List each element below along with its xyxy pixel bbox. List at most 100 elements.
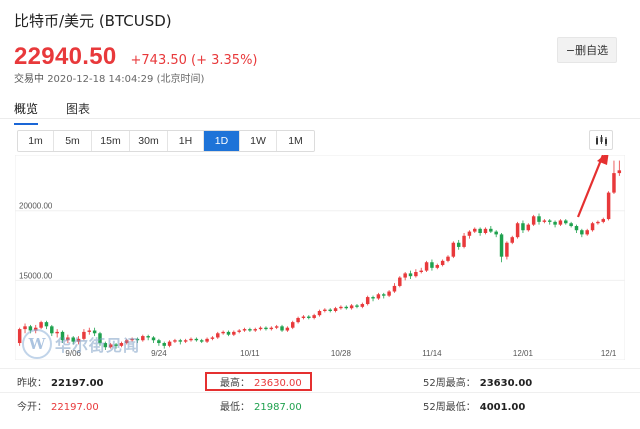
candle-body[interactable] (590, 223, 595, 231)
candle-body[interactable] (269, 327, 274, 330)
tab-chart[interactable]: 图表 (66, 100, 90, 125)
candle-body[interactable] (312, 315, 316, 318)
candle-body[interactable] (44, 322, 49, 327)
candle-body[interactable] (264, 327, 268, 330)
candle-body[interactable] (564, 220, 568, 224)
candle-body[interactable] (141, 336, 145, 341)
candle-body[interactable] (505, 242, 509, 257)
period-30m[interactable]: 30m (130, 131, 168, 151)
candle-body[interactable] (248, 329, 252, 331)
candle-body[interactable] (510, 237, 514, 243)
candle-body[interactable] (162, 343, 166, 346)
candle-body[interactable] (392, 285, 397, 292)
candle-body[interactable] (387, 291, 391, 296)
candle-body[interactable] (521, 223, 525, 231)
candle-body[interactable] (290, 322, 295, 328)
candle-body[interactable] (194, 338, 199, 341)
candle-body[interactable] (258, 327, 263, 330)
candle-body[interactable] (558, 220, 563, 225)
candle-body[interactable] (189, 338, 193, 341)
candle-body[interactable] (173, 340, 177, 342)
candle-body[interactable] (301, 316, 306, 318)
candle-body[interactable] (606, 192, 611, 220)
tab-overview[interactable]: 概览 (14, 100, 39, 125)
candle-body[interactable] (333, 308, 338, 311)
candle-body[interactable] (365, 297, 370, 305)
candle-body[interactable] (435, 265, 440, 268)
candle-body[interactable] (323, 309, 327, 311)
candle-body[interactable] (473, 228, 477, 232)
candle-body[interactable] (274, 326, 279, 328)
candle-body[interactable] (542, 220, 547, 222)
candle-body[interactable] (199, 340, 204, 342)
candle-body[interactable] (382, 294, 386, 296)
candle-body[interactable] (419, 270, 423, 272)
period-1m[interactable]: 1m (18, 131, 54, 151)
candle-body[interactable] (216, 333, 220, 338)
candle-body[interactable] (344, 306, 349, 309)
candle-body[interactable] (237, 330, 241, 332)
candle-body[interactable] (483, 228, 488, 233)
candle-body[interactable] (226, 331, 231, 335)
candle-body[interactable] (339, 306, 343, 309)
candle-body[interactable] (494, 231, 498, 235)
candle-body[interactable] (232, 331, 236, 335)
candle-body[interactable] (414, 272, 418, 277)
candle-body[interactable] (553, 221, 557, 225)
candle-body[interactable] (462, 235, 466, 247)
candle-body[interactable] (601, 219, 606, 222)
candle-body[interactable] (489, 228, 493, 232)
candle-body[interactable] (499, 234, 504, 257)
candle-body[interactable] (612, 173, 616, 193)
candle-body[interactable] (371, 297, 375, 299)
candle-body[interactable] (537, 216, 541, 222)
candle-body[interactable] (296, 317, 300, 323)
candle-body[interactable] (39, 322, 43, 328)
candle-body[interactable] (547, 220, 552, 222)
candle-body[interactable] (451, 242, 456, 257)
candle-body[interactable] (526, 224, 531, 231)
candle-body[interactable] (183, 340, 188, 342)
candle-body[interactable] (515, 223, 520, 238)
candle-body[interactable] (360, 304, 365, 307)
candle-body[interactable] (569, 223, 573, 227)
remove-watchlist-button[interactable]: −删自选 (557, 37, 617, 63)
period-1h[interactable]: 1H (168, 131, 204, 151)
candle-body[interactable] (617, 170, 622, 174)
candle-body[interactable] (574, 226, 579, 231)
period-5m[interactable]: 5m (54, 131, 92, 151)
period-1w[interactable]: 1W (240, 131, 277, 151)
candle-body[interactable] (580, 230, 584, 235)
candle-body[interactable] (349, 305, 354, 309)
period-15m[interactable]: 15m (92, 131, 130, 151)
candle-body[interactable] (403, 273, 407, 278)
candle-body[interactable] (531, 216, 536, 225)
candle-body[interactable] (242, 329, 247, 331)
candle-body[interactable] (205, 338, 209, 342)
candle-body[interactable] (285, 327, 290, 331)
candle-body[interactable] (585, 230, 589, 235)
candle-body[interactable] (280, 326, 284, 331)
candle-body[interactable] (376, 294, 381, 299)
candle-body[interactable] (151, 337, 156, 341)
chart-type-button[interactable] (589, 130, 613, 150)
candle-body[interactable] (398, 277, 402, 286)
candle-body[interactable] (253, 329, 257, 331)
candle-body[interactable] (446, 256, 450, 261)
candle-body[interactable] (317, 311, 322, 316)
candle-body[interactable] (210, 337, 215, 339)
candle-body[interactable] (355, 305, 359, 307)
candle-body[interactable] (157, 340, 161, 344)
period-1m-month[interactable]: 1M (277, 131, 314, 151)
candle-body[interactable] (424, 262, 429, 271)
candle-body[interactable] (167, 341, 172, 346)
candle-body[interactable] (307, 316, 311, 318)
candle-body[interactable] (408, 273, 413, 277)
candle-body[interactable] (596, 221, 600, 224)
candle-body[interactable] (221, 331, 225, 334)
candle-body[interactable] (456, 242, 461, 247)
candle-body[interactable] (430, 262, 434, 268)
period-1d[interactable]: 1D (204, 131, 240, 151)
candle-body[interactable] (17, 329, 22, 344)
candle-body[interactable] (178, 340, 183, 342)
